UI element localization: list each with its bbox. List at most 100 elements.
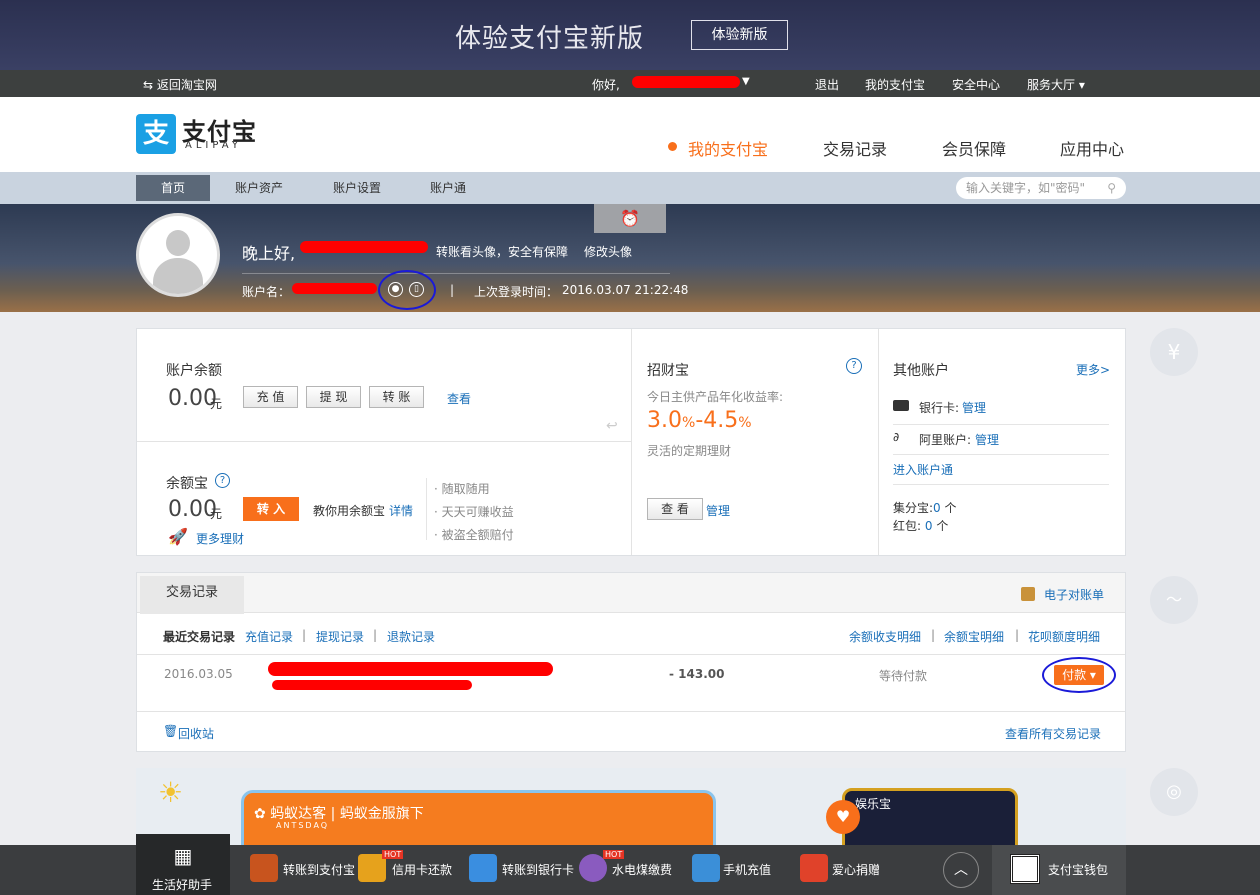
credit-card-repay-link[interactable]: 信用卡还款 — [392, 861, 452, 878]
feature-item: · 随取随用 — [434, 482, 490, 496]
huabei-detail-link[interactable]: 花呗额度明细 — [1028, 628, 1100, 645]
search-icon[interactable]: ⚲ — [1107, 177, 1116, 199]
back-taobao-link[interactable]: ⇆ 返回淘宝网 — [143, 76, 217, 93]
logo-text-en: ALIPAY — [185, 140, 242, 151]
enter-account-pass-link[interactable]: 进入账户通 — [893, 461, 953, 478]
alipay-wallet-button[interactable]: 支付宝钱包 — [992, 845, 1126, 895]
annotation-circle — [378, 270, 436, 310]
donation-link[interactable]: 爱心捐赠 — [832, 861, 880, 878]
top-banner: 体验支付宝新版 体验新版 — [0, 0, 1260, 70]
refund-records-link[interactable]: 退款记录 — [387, 628, 435, 645]
promo-banner[interactable]: ☀ ✿ 蚂蚁达客 | 蚂蚁金服旗下 ANTSDAQ 娱乐宝 ♥ — [136, 768, 1126, 845]
balance-unit: 元 — [210, 397, 223, 411]
recharge-records-link[interactable]: 充值记录 — [245, 628, 293, 645]
life-helper-button[interactable]: ▦ 生活好助手 — [136, 834, 230, 895]
try-new-version-button[interactable]: 体验新版 — [691, 20, 788, 50]
tab-account-pass[interactable]: 账户通 — [411, 175, 485, 201]
divider — [137, 654, 1125, 655]
yuebao-detail-records-link[interactable]: 余额宝明细 — [944, 628, 1004, 645]
alipay-logo-icon[interactable]: 支 — [136, 114, 176, 154]
divider — [893, 484, 1109, 485]
banner-title: 体验支付宝新版 — [455, 24, 645, 54]
tab-account-assets[interactable]: 账户资产 — [222, 175, 296, 201]
withdraw-button[interactable]: 提 现 — [306, 386, 361, 408]
greeting-text: 你好, — [592, 78, 620, 92]
nav-transactions[interactable]: 交易记录 — [823, 136, 887, 160]
yuebao-detail-link[interactable]: 详情 — [389, 502, 413, 519]
yulebao-brand: 娱乐宝 — [855, 797, 892, 811]
logout-link[interactable]: 退出 — [815, 76, 839, 93]
zhaocaibao-view-button[interactable]: 查 看 — [647, 498, 703, 520]
balance-detail-link[interactable]: 余额收支明细 — [849, 628, 921, 645]
more-finance-link[interactable]: 更多理财 — [196, 530, 244, 547]
avatar[interactable] — [136, 213, 220, 297]
my-alipay-link[interactable]: 我的支付宝 — [865, 76, 925, 93]
nav-member-protection[interactable]: 会员保障 — [942, 136, 1006, 160]
hot-badge: HOT — [603, 850, 625, 859]
hot-badge: HOT — [382, 850, 404, 859]
zhaocaibao-manage-link[interactable]: 管理 — [706, 502, 730, 519]
feature-item: · 被盗全额赔付 — [434, 528, 514, 542]
heart-icon[interactable]: ♥ — [826, 800, 860, 834]
redaction-mark — [292, 283, 377, 294]
ali-icon: ∂ — [893, 430, 900, 444]
view-all-transactions-link[interactable]: 查看所有交易记录 — [1005, 725, 1101, 742]
jifenbao-row: 集分宝:0 个 — [893, 501, 957, 515]
promo-card: ✿ 蚂蚁达客 | 蚂蚁金服旗下 ANTSDAQ — [241, 790, 716, 845]
transfer-in-button[interactable]: 转 入 — [243, 497, 299, 521]
transfer-button[interactable]: 转 账 — [369, 386, 424, 408]
phone-recharge-icon[interactable] — [692, 854, 720, 882]
bank-card-icon — [893, 400, 909, 411]
recharge-button[interactable]: 充 值 — [243, 386, 298, 408]
chevron-up-icon[interactable]: ︿ — [943, 852, 979, 888]
ali-account-manage-link[interactable]: 管理 — [975, 431, 999, 448]
transaction-status: 等待付款 — [879, 669, 928, 683]
phone-recharge-link[interactable]: 手机充值 — [723, 861, 771, 878]
e-statement-link[interactable]: 电子对账单 — [1044, 586, 1104, 603]
utilities-link[interactable]: 水电煤缴费 — [612, 861, 672, 878]
balance-view-link[interactable]: 查看 — [447, 390, 471, 407]
ali-account-label: 阿里账户: — [919, 433, 972, 447]
annotation-circle — [1042, 657, 1116, 693]
transfer-alipay-icon[interactable] — [250, 854, 278, 882]
withdraw-records-link[interactable]: 提现记录 — [316, 628, 364, 645]
yuebao-tip: 教你用余额宝 — [313, 504, 386, 518]
divider — [893, 454, 1109, 455]
security-center-link[interactable]: 安全中心 — [952, 76, 1000, 93]
help-icon[interactable]: ? — [215, 473, 230, 488]
help-icon[interactable]: ? — [846, 358, 862, 374]
yen-icon[interactable]: ¥ — [1150, 328, 1198, 376]
feature-item: · 天天可赚收益 — [434, 505, 514, 519]
service-hall-link[interactable]: 服务大厅 ▾ — [1027, 76, 1085, 93]
transfer-bank-link[interactable]: 转账到银行卡 — [502, 861, 574, 878]
bank-card-transfer-icon[interactable] — [469, 854, 497, 882]
tab-account-settings[interactable]: 账户设置 — [320, 175, 394, 201]
evening-greeting: 晚上好, — [242, 244, 296, 263]
tab-transactions[interactable]: 交易记录 — [140, 576, 244, 614]
divider — [631, 329, 632, 555]
account-name-label: 账户名： — [242, 285, 291, 299]
recycle-bin-link[interactable]: 回收站 — [178, 725, 214, 742]
last-login-time: 2016.03.07 21:22:48 — [562, 283, 689, 297]
nav-my-alipay[interactable]: 我的支付宝 — [688, 136, 768, 160]
tab-home[interactable]: 首页 — [136, 175, 210, 201]
bank-card-label: 银行卡: — [919, 401, 960, 415]
redaction-mark — [268, 662, 553, 676]
edit-avatar-link[interactable]: 修改头像 — [584, 243, 632, 260]
recent-transactions-label: 最近交易记录 — [163, 630, 236, 644]
chart-icon[interactable]: 〜 — [1150, 576, 1198, 624]
yulebao-card: 娱乐宝 — [842, 788, 1018, 845]
transfer-alipay-link[interactable]: 转账到支付宝 — [283, 861, 355, 878]
globe-icon[interactable]: ◎ — [1150, 768, 1198, 816]
more-accounts-link[interactable]: 更多> — [1076, 361, 1110, 378]
search-input[interactable]: 输入关键字，如"密码" ⚲ — [956, 177, 1126, 199]
donation-icon[interactable] — [800, 854, 828, 882]
rate-label: 今日主供产品年化收益率: — [647, 390, 784, 404]
chevron-down-icon[interactable]: ▼ — [742, 76, 750, 87]
bank-card-manage-link[interactable]: 管理 — [962, 399, 986, 416]
promo-brand-en: ANTSDAQ — [276, 821, 330, 830]
alarm-tab-icon[interactable]: ⏰ — [594, 204, 666, 233]
nav-app-center[interactable]: 应用中心 — [1060, 136, 1124, 160]
divider — [878, 329, 879, 555]
grid-icon: ▦ — [173, 844, 193, 868]
